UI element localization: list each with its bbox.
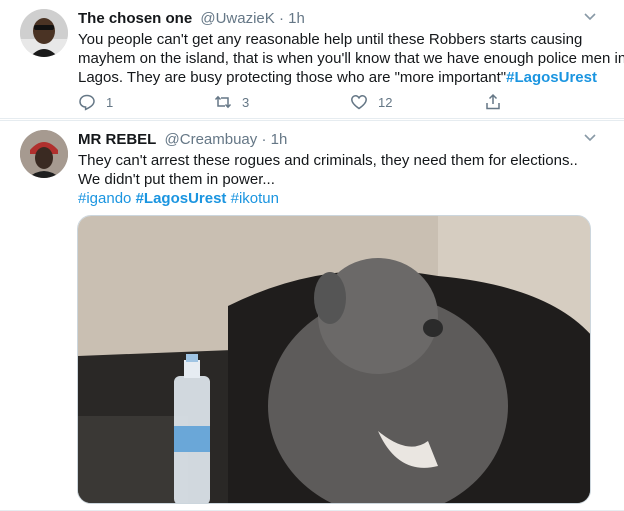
heart-icon	[351, 95, 367, 110]
tweet-text-line: They can't arrest these rogues and crimi…	[78, 152, 578, 169]
dog-meme-photo	[78, 216, 590, 503]
reply-count: 1	[106, 94, 114, 110]
separator-dot: ·	[278, 10, 284, 27]
hashtag-line: #igando #LagosUrest #ikotun	[78, 189, 578, 208]
hashtag-link[interactable]: #LagosUrest	[136, 190, 227, 207]
tweet-text-line: mayhem on the island, that is when you'l…	[78, 50, 624, 67]
display-name[interactable]: MR REBEL	[78, 131, 156, 148]
retweet-button[interactable]: 3	[214, 93, 249, 111]
share-button[interactable]	[484, 93, 502, 111]
tweet-header: MR REBEL @Creambuay · 1h	[78, 130, 287, 149]
tweet-text-line: Lagos. They are busy protecting those wh…	[78, 68, 624, 87]
tweet-text-line: You people can't get any reasonable help…	[78, 31, 583, 48]
tweet-text: You people can't get any reasonable help…	[78, 30, 624, 87]
tweet-header: The chosen one @UwazieK · 1h	[78, 9, 305, 28]
like-count: 12	[378, 94, 393, 110]
separator-dot: ·	[261, 131, 267, 148]
user-handle[interactable]: @UwazieK	[200, 10, 274, 27]
like-button[interactable]: 12	[350, 93, 392, 111]
retweet-count: 3	[242, 94, 250, 110]
hashtag-link[interactable]: #LagosUrest	[506, 69, 597, 86]
user-handle[interactable]: @Creambuay	[165, 131, 258, 148]
avatar-image	[20, 130, 68, 178]
share-icon	[486, 93, 500, 110]
tweet-text-line: We didn't put them in power...	[78, 171, 275, 188]
avatar[interactable]	[20, 130, 68, 178]
reply-icon	[79, 94, 95, 111]
chevron-down-icon[interactable]	[582, 132, 598, 144]
avatar[interactable]	[20, 9, 68, 57]
tweet-actions: 1 3 12	[78, 93, 508, 111]
hashtag-link[interactable]: #igando	[78, 190, 131, 207]
reply-button[interactable]: 1	[78, 93, 113, 111]
retweet-icon	[214, 95, 232, 109]
tweet-item[interactable]: MR REBEL @Creambuay · 1h They can't arre…	[0, 120, 624, 511]
hashtag-link[interactable]: #ikotun	[231, 190, 279, 207]
tweet-text: They can't arrest these rogues and crimi…	[78, 151, 578, 208]
tweet-text-segment: Lagos. They are busy protecting those wh…	[78, 69, 507, 86]
tweet-media-image[interactable]	[77, 215, 591, 504]
tweet-item[interactable]: The chosen one @UwazieK · 1h You people …	[0, 0, 624, 119]
chevron-down-icon[interactable]	[582, 11, 598, 23]
timestamp[interactable]: 1h	[288, 10, 305, 27]
avatar-image	[20, 9, 68, 57]
timestamp[interactable]: 1h	[271, 131, 288, 148]
display-name[interactable]: The chosen one	[78, 10, 192, 27]
